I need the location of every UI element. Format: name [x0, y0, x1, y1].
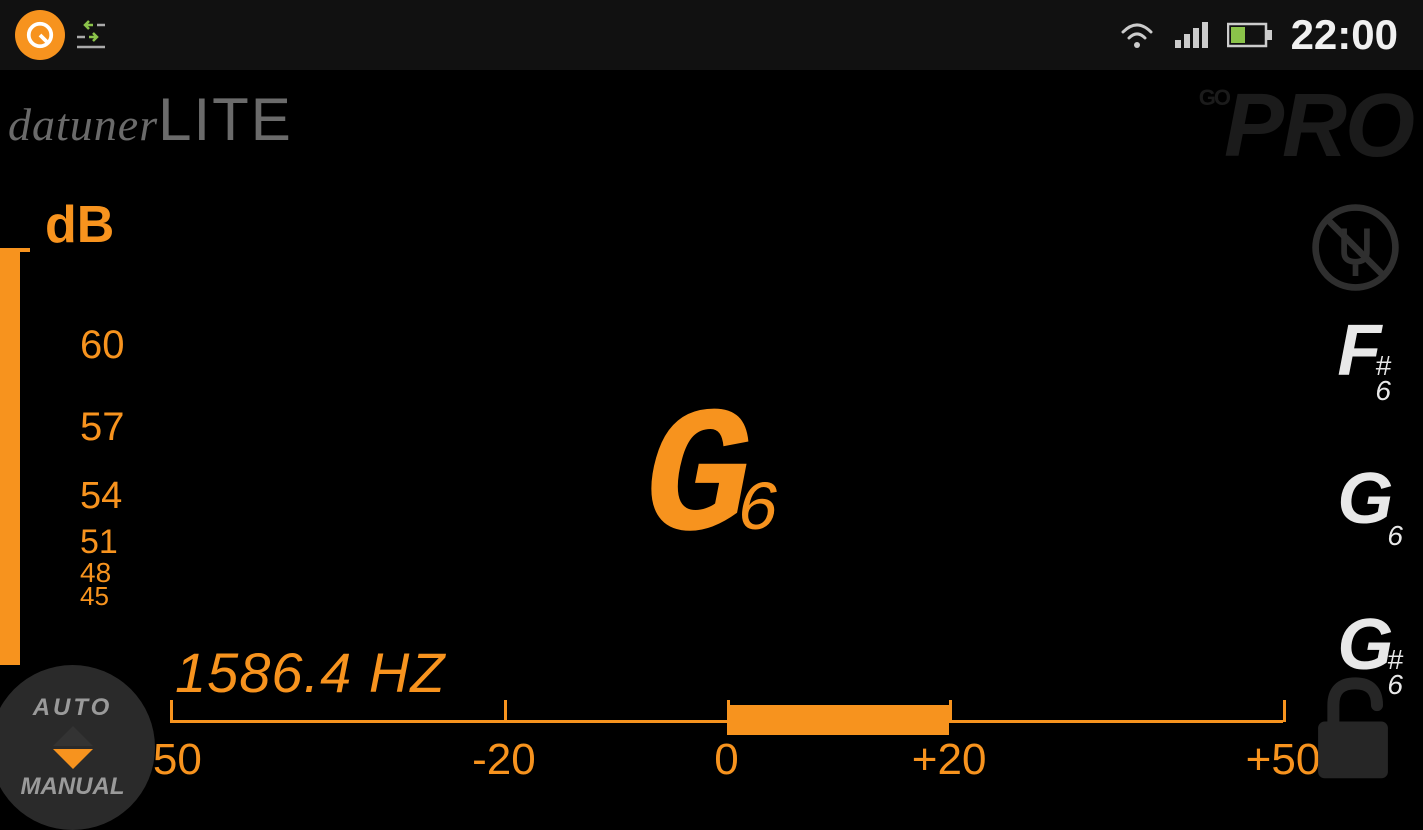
go-pro-badge[interactable]: GOPRO: [1199, 75, 1413, 178]
db-tick: 51: [80, 525, 125, 559]
arrow-down-icon: [53, 749, 93, 769]
cents-label: +20: [912, 735, 987, 785]
status-time: 22:00: [1291, 11, 1398, 59]
db-tick: 45: [80, 583, 125, 609]
db-label: dB: [45, 195, 114, 255]
brand-script: datuner: [8, 98, 158, 151]
brand-lite: LITE: [158, 85, 293, 154]
go-pro-go: GO: [1199, 85, 1229, 110]
manual-label: MANUAL: [21, 773, 125, 801]
frequency-readout: 1586.4 HZ: [175, 640, 446, 705]
db-tick: 57: [80, 407, 125, 447]
cents-label: -20: [472, 735, 536, 785]
battery-icon: [1227, 21, 1273, 49]
arrow-up-icon: [53, 726, 93, 746]
auto-label: AUTO: [33, 694, 113, 722]
db-tick: 60: [80, 325, 125, 365]
app-brand: datuner LITE: [8, 85, 293, 154]
status-bar: 22:00: [0, 0, 1423, 70]
cents-indicator: [727, 705, 950, 735]
db-meter-bar: [0, 250, 20, 665]
detected-note-display: G 6: [644, 380, 779, 584]
note-wheel-item: F #6: [1337, 310, 1403, 403]
cents-scale: -50 -20 0 +20 +50: [170, 700, 1283, 790]
app-icon[interactable]: [15, 10, 65, 60]
wifi-icon: [1119, 20, 1155, 50]
note-wheel[interactable]: F #6 G 6 G #6: [1337, 310, 1403, 697]
auto-manual-toggle[interactable]: AUTO MANUAL: [0, 660, 150, 800]
signal-icon: [1173, 20, 1209, 50]
db-tick: 54: [80, 477, 125, 515]
note-wheel-item: G 6: [1337, 458, 1403, 548]
sync-icon: [75, 19, 107, 51]
cents-label: 0: [714, 735, 738, 785]
db-scale: 60 57 54 51 48 45: [80, 325, 125, 609]
lock-open-icon[interactable]: [1298, 667, 1408, 792]
detected-note: G: [644, 380, 742, 584]
detected-octave: 6: [737, 472, 779, 551]
tuning-fork-icon[interactable]: [1308, 200, 1403, 295]
go-pro-pro: PRO: [1224, 76, 1413, 176]
